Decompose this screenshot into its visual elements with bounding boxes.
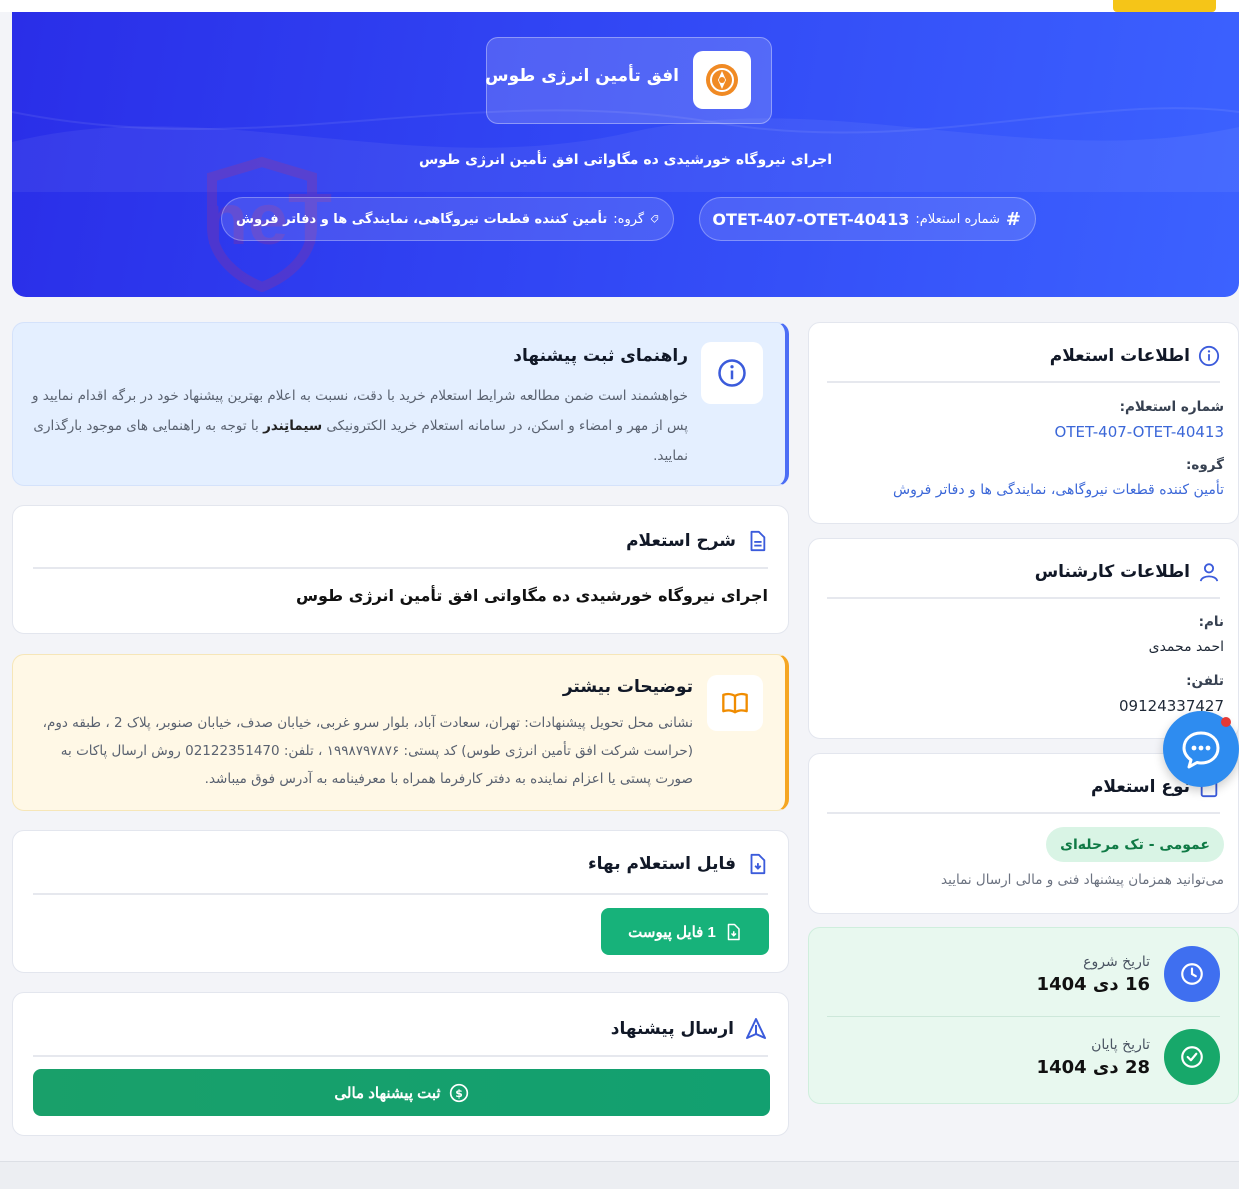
guide-text: خواهشمند است ضمن مطالعه شرایط استعلام خر… — [28, 381, 688, 471]
inquiry-info-title: اطلاعات استعلام — [1049, 346, 1190, 366]
guide-icon-box — [701, 342, 763, 404]
inquiry-info-header: اطلاعات استعلام — [1050, 345, 1220, 367]
svg-text:$: $ — [455, 1087, 463, 1100]
start-date-label: تاریخ شروع — [1083, 953, 1150, 970]
divider — [827, 381, 1220, 383]
more-info-text: نشانی محل تحویل پیشنهادات: تهران، سعادت … — [42, 715, 693, 787]
files-title: فایل استعلام بهاء — [587, 854, 736, 874]
inquiry-id-label: شماره استعلام: — [915, 211, 1000, 227]
company-name: افق تأمین انرژی طوس — [485, 66, 679, 86]
inquiry-group-label: گروه: — [1185, 457, 1224, 473]
file-download-icon — [727, 923, 740, 940]
chat-bubble-icon — [1182, 731, 1220, 769]
inquiry-type-note: می‌توانید همزمان پیشنهاد فنی و مالی ارسا… — [941, 872, 1224, 888]
inquiry-number-link[interactable]: OTET-407-OTET-40413 — [1055, 423, 1224, 441]
top-accent-tab[interactable] — [1113, 0, 1216, 12]
top-strip — [0, 0, 1239, 12]
notification-dot — [1221, 717, 1231, 727]
expert-phone-label: تلفن: — [1186, 673, 1224, 689]
submit-financial-offer-button[interactable]: $ ثبت پیشنهاد مالی — [33, 1069, 770, 1116]
attachment-button-label: 1 فایل پیوست — [628, 923, 716, 941]
more-info-card: توضیحات بیشتر نشانی محل تحویل پیشنهادات:… — [12, 654, 789, 811]
divider — [33, 1055, 768, 1057]
description-title: شرح استعلام — [626, 531, 736, 551]
submission-guide-card: راهنمای ثبت پیشنهاد خواهشمند است ضمن مطا… — [12, 322, 789, 486]
inquiry-info-card: اطلاعات استعلام شماره استعلام: OTET-407-… — [808, 322, 1239, 524]
divider — [33, 567, 768, 569]
divider — [827, 597, 1220, 599]
more-info-icon-box — [707, 675, 763, 731]
expert-name-value: احمد محمدی — [1148, 639, 1224, 655]
expert-name-label: نام: — [1198, 614, 1224, 630]
submit-offer-card: ارسال پیشنهاد $ ثبت پیشنهاد مالی — [12, 992, 789, 1136]
divider — [827, 1016, 1220, 1017]
submit-title: ارسال پیشنهاد — [610, 1019, 734, 1039]
info-icon — [718, 359, 746, 387]
divider — [33, 893, 768, 895]
tag-icon — [650, 215, 659, 223]
clock-icon — [1181, 963, 1203, 985]
group-pill: گروه: تأمین کننده قطعات نیروگاهی، نمایند… — [221, 197, 674, 241]
more-info-title: توضیحات بیشتر — [562, 677, 693, 697]
hero-banner: AriaTender.neT افق تأمین انرژی طوس اجرای… — [12, 12, 1239, 297]
expert-info-title: اطلاعات کارشناس — [1034, 562, 1190, 582]
description-header: شرح استعلام — [626, 530, 768, 552]
end-date-label: تاریخ پایان — [1091, 1036, 1150, 1053]
dollar-circle-icon: $ — [449, 1083, 468, 1102]
files-header: فایل استعلام بهاء — [588, 853, 768, 875]
company-logo-icon — [706, 64, 738, 96]
inquiry-id-value: OTET-407-OTET-40413 — [712, 209, 910, 229]
group-label: گروه: — [613, 211, 645, 227]
attachment-button[interactable]: 1 فایل پیوست — [601, 908, 769, 955]
guide-title: راهنمای ثبت پیشنهاد — [513, 346, 688, 366]
inquiry-group-link[interactable]: تأمین کننده قطعات نیروگاهی، نمایندگی ها … — [893, 482, 1224, 498]
group-value: تأمین کننده قطعات نیروگاهی، نمایندگی ها … — [236, 211, 608, 227]
inquiry-type-card: نوع استعلام عمومی - تک مرحله‌ای می‌توانی… — [808, 753, 1239, 914]
user-icon — [1199, 563, 1219, 582]
dates-card: تاریخ شروع 16 دی 1404 تاریخ پایان 28 دی … — [808, 927, 1239, 1104]
footer-strip — [0, 1161, 1239, 1189]
inquiry-type-title: نوع استعلام — [1090, 777, 1190, 797]
end-date-value: 28 دی 1404 — [1036, 1056, 1150, 1078]
company-logo — [693, 51, 751, 109]
divider — [827, 812, 1220, 814]
company-brand-card: افق تأمین انرژی طوس — [485, 37, 772, 124]
end-date-row: تاریخ پایان 28 دی 1404 — [1037, 1029, 1220, 1085]
open-book-icon — [722, 692, 748, 714]
end-date-icon-circle — [1164, 1029, 1220, 1085]
inquiry-id-pill: # شماره استعلام: OTET-407-OTET-40413 — [699, 197, 1036, 241]
description-card: شرح استعلام اجرای نیروگاه خورشیدی ده مگا… — [12, 505, 789, 634]
document-icon — [750, 530, 766, 552]
expert-info-card: اطلاعات کارشناس نام: احمد محمدی تلفن: 09… — [808, 538, 1239, 739]
info-icon — [1198, 345, 1220, 367]
files-card: فایل استعلام بهاء 1 فایل پیوست — [12, 830, 789, 973]
hero-subtitle: اجرای نیروگاه خورشیدی ده مگاواتی افق تأم… — [418, 152, 833, 168]
expert-info-header: اطلاعات کارشناس — [1035, 561, 1220, 583]
guide-brand-name: سیماتِندر — [263, 418, 323, 434]
submit-financial-offer-label: ثبت پیشنهاد مالی — [334, 1084, 441, 1102]
inquiry-type-badge: عمومی - تک مرحله‌ای — [1046, 827, 1224, 862]
check-circle-icon — [1181, 1046, 1203, 1068]
inquiry-number-label: شماره استعلام: — [1119, 399, 1224, 415]
start-date-icon-circle — [1164, 946, 1220, 1002]
hash-icon: # — [1005, 208, 1021, 230]
start-date-value: 16 دی 1404 — [1036, 973, 1150, 995]
start-date-row: تاریخ شروع 16 دی 1404 — [1037, 946, 1220, 1002]
submit-header: ارسال پیشنهاد — [611, 1017, 768, 1041]
description-body: اجرای نیروگاه خورشیدی ده مگاواتی افق تأم… — [295, 586, 768, 605]
send-icon — [746, 1018, 766, 1039]
file-download-icon — [750, 853, 766, 875]
